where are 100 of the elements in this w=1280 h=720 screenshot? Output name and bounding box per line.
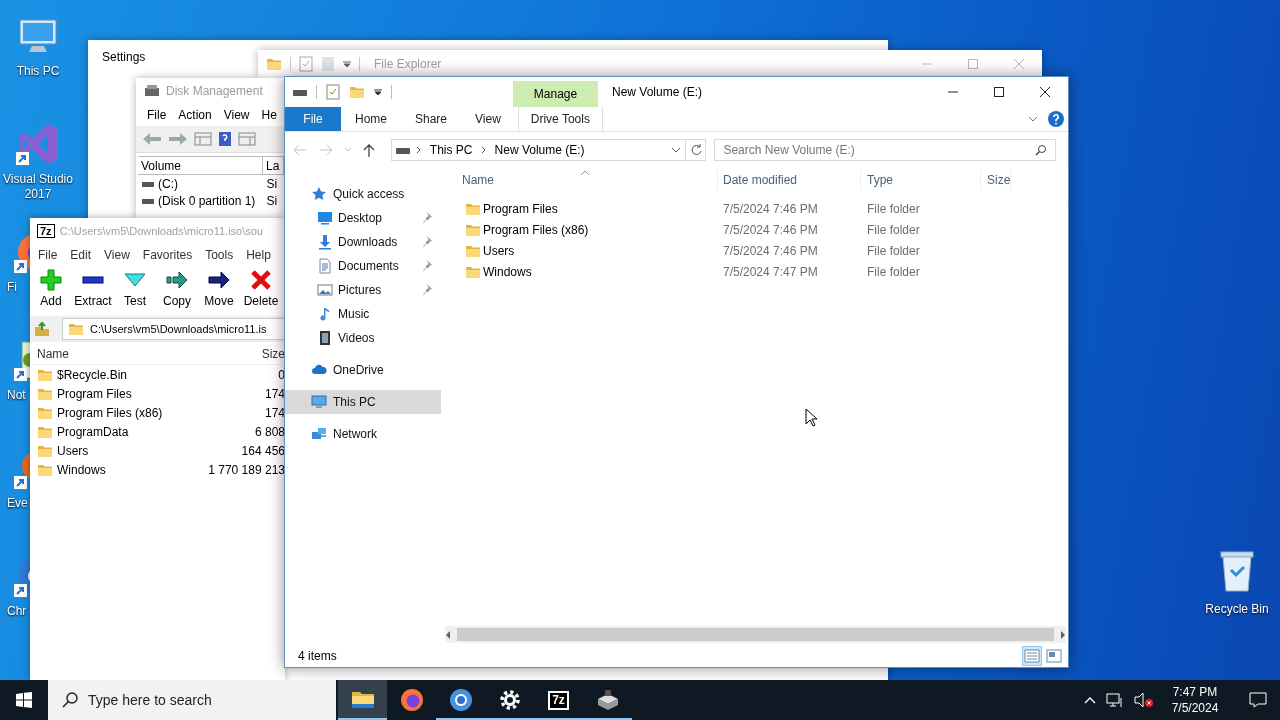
desktop-icon-label[interactable]: Chr bbox=[0, 604, 27, 619]
column-header[interactable]: Name bbox=[30, 347, 262, 361]
table-cell: 1 770 189 213 bbox=[208, 462, 285, 477]
desktop-icon-label[interactable]: Eve bbox=[0, 496, 28, 511]
table-cell: 0 bbox=[278, 367, 285, 382]
network-icon[interactable] bbox=[1106, 692, 1124, 708]
volume-muted-icon[interactable] bbox=[1134, 692, 1154, 708]
menu-item[interactable]: File bbox=[38, 248, 58, 262]
horizontal-scrollbar[interactable] bbox=[445, 626, 1066, 643]
file-name[interactable]: Users bbox=[483, 243, 515, 258]
file-name[interactable]: Windows bbox=[483, 264, 532, 279]
file-name[interactable]: Program Files bbox=[483, 201, 558, 216]
nav-item[interactable]: This PC bbox=[285, 390, 441, 414]
folder-icon bbox=[68, 321, 84, 337]
table-cell-text: Program Files bbox=[57, 386, 133, 401]
document-icon bbox=[317, 258, 333, 274]
folder-up-icon[interactable] bbox=[34, 321, 50, 337]
nav-item[interactable]: Desktop bbox=[285, 206, 441, 230]
up-arrow-icon[interactable] bbox=[363, 143, 375, 157]
refresh-button[interactable] bbox=[686, 139, 707, 161]
desktop-icon bbox=[317, 210, 333, 226]
notifications-icon[interactable] bbox=[1249, 692, 1267, 708]
table-cell-text: Users bbox=[57, 443, 90, 458]
chevron-up-icon[interactable] bbox=[1084, 696, 1096, 704]
nav-item[interactable]: Network bbox=[285, 422, 441, 446]
table-cell: (C:) bbox=[158, 176, 178, 191]
search-field[interactable]: Type here to search bbox=[48, 680, 336, 720]
search-icon bbox=[62, 692, 78, 708]
table-cell: 174 bbox=[264, 405, 285, 420]
window-title: Disk Management bbox=[166, 84, 263, 98]
table-cell: 7/5/2024 7:47 PM bbox=[723, 264, 818, 279]
menu-item[interactable]: Edit bbox=[70, 248, 92, 262]
view-toggle-button[interactable] bbox=[1022, 646, 1042, 666]
file-menu-button[interactable]: File bbox=[285, 107, 341, 131]
left-arrow-icon bbox=[445, 630, 451, 639]
clock[interactable]: 7:47 PM 7/5/2024 bbox=[1164, 684, 1226, 716]
ribbon-tab[interactable]: Home bbox=[341, 107, 401, 131]
large-icons-view-icon bbox=[1046, 648, 1062, 664]
taskbar-app-button[interactable]: 7z bbox=[534, 680, 583, 720]
disk-drive-icon bbox=[144, 84, 160, 98]
maximize-icon bbox=[993, 86, 1005, 98]
sort-caret-icon bbox=[581, 170, 589, 175]
menu-item[interactable]: Tools bbox=[205, 248, 234, 262]
column-header[interactable]: Date modified bbox=[723, 173, 798, 187]
chevron-down-icon[interactable] bbox=[671, 147, 682, 153]
picture-icon bbox=[317, 282, 333, 298]
details-view-icon bbox=[1024, 648, 1040, 664]
help-icon[interactable] bbox=[218, 131, 232, 147]
help-icon[interactable] bbox=[1048, 111, 1064, 127]
nav-item[interactable]: Quick access bbox=[285, 182, 441, 206]
menu-item[interactable]: View bbox=[104, 248, 130, 262]
mouse-pointer-icon bbox=[805, 408, 817, 427]
menu-item[interactable]: Action bbox=[178, 108, 212, 122]
toolbar-button[interactable]: Add bbox=[30, 266, 72, 316]
taskbar-app-button[interactable] bbox=[338, 680, 387, 720]
column-header[interactable]: Name bbox=[462, 173, 494, 187]
folder-icon bbox=[266, 56, 282, 72]
nav-item[interactable]: Documents bbox=[285, 254, 441, 278]
star-icon bbox=[311, 186, 327, 202]
pin-icon bbox=[421, 234, 433, 247]
breadcrumb-item[interactable]: This PC bbox=[427, 143, 475, 157]
desktop-icon-label[interactable]: Recycle Bin bbox=[1205, 602, 1269, 616]
menu-item[interactable]: Favorites bbox=[142, 248, 193, 262]
toolbar-button[interactable]: Delete bbox=[240, 266, 282, 316]
column-header[interactable]: Type bbox=[867, 173, 893, 187]
breadcrumb-item[interactable]: New Volume (E:) bbox=[492, 143, 587, 157]
search-field[interactable]: Search New Volume (E:) bbox=[714, 139, 1056, 161]
close-icon bbox=[1013, 58, 1025, 70]
pin-icon bbox=[421, 282, 433, 295]
nav-item[interactable]: Downloads bbox=[285, 230, 441, 254]
menu-item[interactable]: Help bbox=[246, 248, 271, 262]
toolbar-button[interactable]: Move bbox=[198, 266, 240, 316]
file-name[interactable]: Program Files (x86) bbox=[483, 222, 589, 237]
table-cell: File folder bbox=[867, 222, 920, 237]
ribbon-tab[interactable]: Share bbox=[401, 107, 462, 131]
column-header[interactable]: Volume bbox=[138, 156, 263, 175]
address-field[interactable]: C:\Users\vm5\Downloads\micro11.is bbox=[62, 318, 285, 340]
ribbon-tab[interactable]: View bbox=[461, 107, 515, 131]
nav-item[interactable]: Pictures bbox=[285, 278, 441, 302]
table-cell: 7/5/2024 7:46 PM bbox=[723, 222, 818, 237]
nav-item[interactable]: Music bbox=[285, 302, 441, 326]
column-header[interactable]: Size bbox=[261, 347, 285, 361]
column-header[interactable]: La bbox=[262, 156, 284, 175]
menu-item[interactable]: File bbox=[147, 108, 167, 122]
toolbar-button[interactable]: Copy bbox=[156, 266, 198, 316]
nav-item[interactable]: OneDrive bbox=[285, 358, 441, 382]
drive-icon bbox=[142, 197, 154, 206]
toolbar-button[interactable]: Test bbox=[114, 266, 156, 316]
menu-item[interactable]: He bbox=[261, 108, 277, 122]
toolbar-button[interactable]: Extract bbox=[72, 266, 114, 316]
menu-item[interactable]: View bbox=[223, 108, 250, 122]
window-title: Settings bbox=[102, 50, 146, 64]
properties-icon[interactable] bbox=[326, 84, 340, 100]
expand-ribbon-icon[interactable] bbox=[1028, 116, 1038, 122]
view-toggle-button[interactable] bbox=[1044, 646, 1064, 666]
dropdown-icon[interactable] bbox=[374, 88, 382, 96]
column-header[interactable]: Size bbox=[987, 173, 1011, 187]
table-cell: Si bbox=[266, 176, 278, 191]
nav-item[interactable]: Videos bbox=[285, 326, 441, 350]
address-bar[interactable]: This PC New Volume (E:) bbox=[390, 139, 687, 161]
